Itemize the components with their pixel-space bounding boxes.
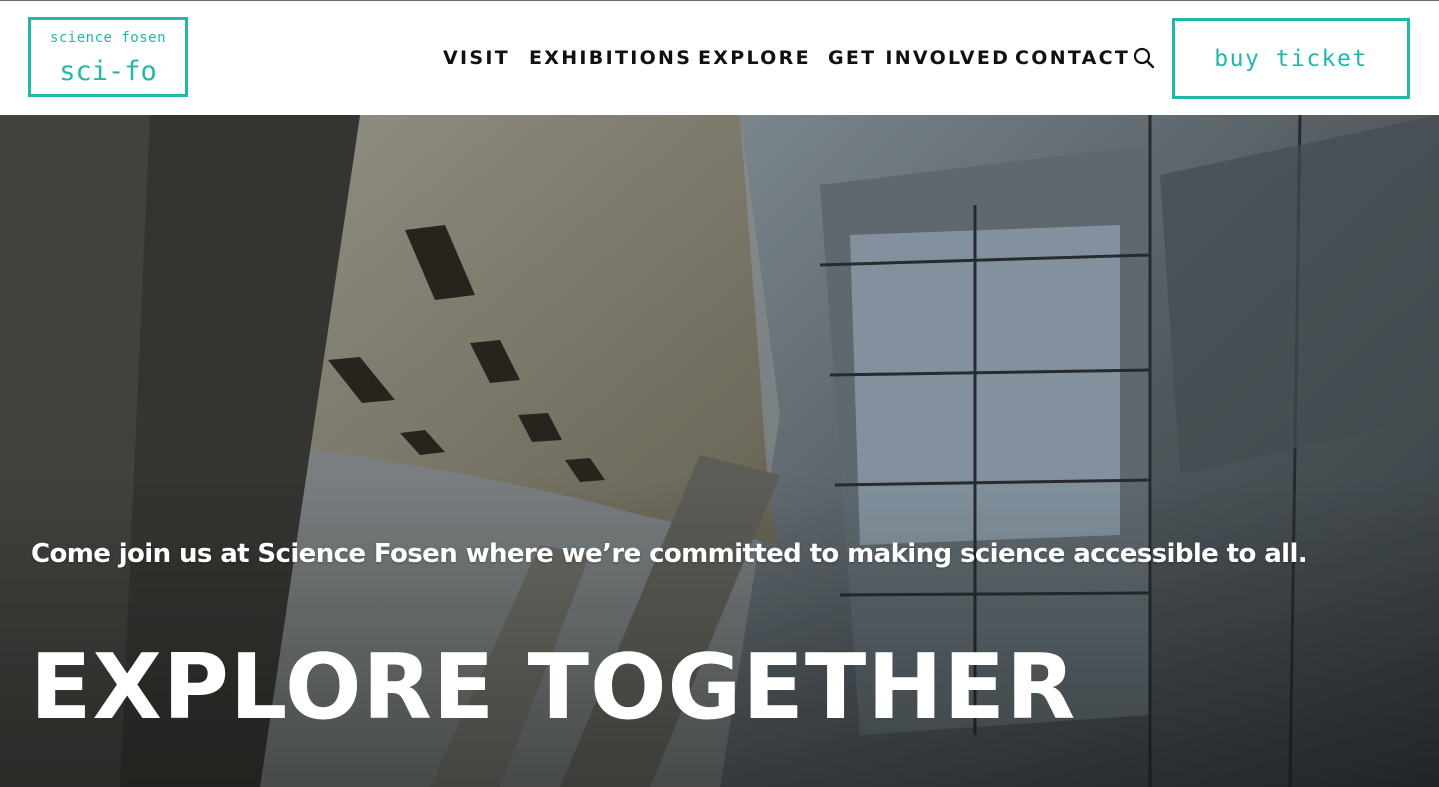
hero-headline: EXPLORE TOGETHER — [30, 635, 1077, 740]
site-header: science fosen sci-fo VISIT EXHIBITIONS E… — [0, 1, 1439, 115]
nav-item-contact[interactable]: CONTACT — [1015, 47, 1130, 69]
nav-item-visit[interactable]: VISIT — [443, 47, 510, 69]
nav-item-exhibitions[interactable]: EXHIBITIONS — [529, 47, 692, 69]
hero: Come join us at Science Fosen where we’r… — [0, 115, 1439, 787]
nav-item-explore[interactable]: EXPLORE — [698, 47, 811, 69]
logo-subtitle: science fosen — [49, 30, 167, 46]
nav-item-get-involved[interactable]: GET INVOLVED — [828, 47, 1010, 69]
search-icon[interactable] — [1132, 46, 1156, 70]
hero-tagline: Come join us at Science Fosen where we’r… — [31, 539, 1308, 569]
buy-ticket-button[interactable]: buy ticket — [1172, 18, 1410, 99]
